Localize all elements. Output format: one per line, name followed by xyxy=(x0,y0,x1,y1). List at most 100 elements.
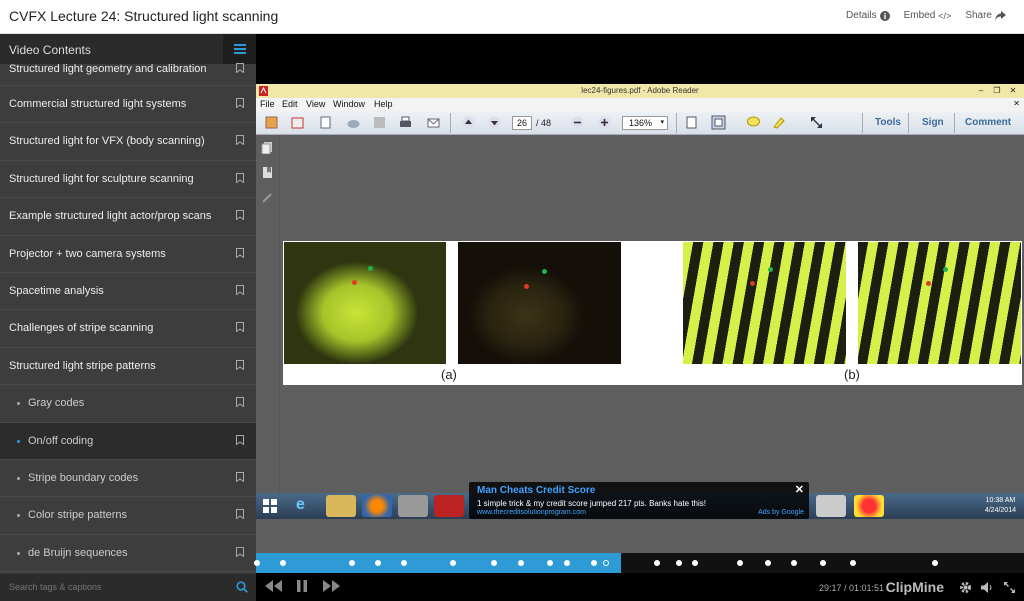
bookmark-icon[interactable] xyxy=(236,210,244,221)
next-page-icon[interactable] xyxy=(487,115,502,130)
fullscreen-icon[interactable] xyxy=(1003,581,1016,594)
playhead[interactable] xyxy=(603,560,609,566)
bookmark-icon[interactable] xyxy=(236,135,244,146)
subchapter-item[interactable]: de Bruijn sequences xyxy=(0,535,256,573)
restore-icon[interactable]: ❐ xyxy=(990,85,1004,96)
bookmark-icon[interactable] xyxy=(236,359,244,370)
pages-icon[interactable] xyxy=(261,141,274,154)
chapter-marker[interactable] xyxy=(547,560,553,566)
chapter-marker[interactable] xyxy=(692,560,698,566)
fit-page-icon[interactable] xyxy=(684,115,699,130)
chapter-item[interactable]: Structured light stripe patterns xyxy=(0,348,256,386)
close-icon[interactable]: ✕ xyxy=(1006,85,1020,96)
chapter-marker[interactable] xyxy=(932,560,938,566)
bookmark-icon[interactable] xyxy=(236,434,244,445)
search-icon[interactable] xyxy=(236,581,248,593)
embed-button[interactable]: Embed </> xyxy=(904,10,952,21)
chapter-marker[interactable] xyxy=(820,560,826,566)
chapter-marker[interactable] xyxy=(765,560,771,566)
comment-button[interactable]: Comment xyxy=(965,117,1011,128)
print-icon[interactable] xyxy=(398,115,413,130)
zoom-select[interactable]: 136% ▾ xyxy=(622,116,668,130)
edit-icon[interactable] xyxy=(318,115,333,130)
menu-button[interactable] xyxy=(223,34,256,64)
chapter-marker[interactable] xyxy=(375,560,381,566)
previous-page-icon[interactable] xyxy=(461,115,476,130)
explorer-icon[interactable] xyxy=(326,495,356,517)
volume-icon[interactable] xyxy=(980,581,994,594)
chapter-marker[interactable] xyxy=(591,560,597,566)
chapter-marker[interactable] xyxy=(349,560,355,566)
share-button[interactable]: Share xyxy=(965,10,1006,21)
subchapter-item[interactable]: Stripe boundary codes xyxy=(0,460,256,498)
progress-bar[interactable] xyxy=(254,553,1024,573)
acrobat-taskbar-icon[interactable] xyxy=(434,495,464,517)
minimize-icon[interactable]: – xyxy=(974,85,988,96)
subchapter-item[interactable]: Color stripe patterns xyxy=(0,497,256,535)
fast-forward-icon[interactable] xyxy=(322,579,342,593)
signature-icon[interactable] xyxy=(261,191,274,204)
highlight-icon[interactable] xyxy=(772,115,787,130)
menu-view[interactable]: View xyxy=(306,99,325,109)
bookmarks-icon[interactable] xyxy=(261,166,274,179)
chapter-marker[interactable] xyxy=(491,560,497,566)
chapter-marker[interactable] xyxy=(791,560,797,566)
comment-bubble-icon[interactable] xyxy=(746,115,761,130)
pause-icon[interactable] xyxy=(295,579,309,593)
ad-url[interactable]: www.thecreditsolutionprogram.com xyxy=(477,509,586,516)
gear-icon[interactable] xyxy=(959,581,972,594)
bookmark-icon[interactable] xyxy=(236,546,244,557)
video-player[interactable]: lec24-figures.pdf - Adobe Reader – ❐ ✕ F… xyxy=(256,34,1024,553)
ad-title[interactable]: Man Cheats Credit Score xyxy=(477,485,595,496)
chapter-marker[interactable] xyxy=(737,560,743,566)
chapter-item[interactable]: Structured light geometry and calibratio… xyxy=(0,63,256,86)
zoom-in-icon[interactable] xyxy=(597,115,612,130)
rewind-icon[interactable] xyxy=(263,579,283,593)
keyboard-icon[interactable] xyxy=(816,495,846,517)
chapter-item[interactable]: Structured light for VFX (body scanning) xyxy=(0,123,256,161)
ad-attribution[interactable]: Ads by Google xyxy=(758,509,804,516)
chapter-marker[interactable] xyxy=(676,560,682,566)
chapter-item[interactable]: Projector + two camera systems xyxy=(0,236,256,273)
document-view[interactable]: (a) (b) xyxy=(281,135,1024,495)
alert-icon[interactable] xyxy=(854,495,884,517)
bookmark-icon[interactable] xyxy=(236,322,244,333)
chapter-marker[interactable] xyxy=(254,560,260,566)
chapter-marker[interactable] xyxy=(564,560,570,566)
save-icon[interactable] xyxy=(372,115,387,130)
windows-start-icon[interactable] xyxy=(262,498,278,514)
chapter-marker[interactable] xyxy=(401,560,407,566)
chapter-item[interactable]: Structured light for sculpture scanning xyxy=(0,161,256,199)
open-icon[interactable] xyxy=(290,115,305,130)
chapter-marker[interactable] xyxy=(450,560,456,566)
chapter-marker[interactable] xyxy=(280,560,286,566)
create-icon[interactable] xyxy=(264,115,279,130)
menu-edit[interactable]: Edit xyxy=(282,99,298,109)
bookmark-icon[interactable] xyxy=(236,63,244,73)
bookmark-icon[interactable] xyxy=(236,284,244,295)
chapter-item[interactable]: Example structured light actor/prop scan… xyxy=(0,198,256,236)
sign-button[interactable]: Sign xyxy=(922,117,944,128)
cloud-icon[interactable] xyxy=(346,115,361,130)
subchapter-item-active[interactable]: On/off coding xyxy=(0,422,256,460)
bookmark-icon[interactable] xyxy=(236,247,244,258)
ie-icon[interactable]: e xyxy=(288,495,318,517)
bookmark-icon[interactable] xyxy=(236,509,244,520)
ad-close-icon[interactable]: ✕ xyxy=(795,483,804,496)
bookmark-icon[interactable] xyxy=(236,397,244,408)
chapter-marker[interactable] xyxy=(850,560,856,566)
chapter-marker[interactable] xyxy=(654,560,660,566)
search-input[interactable] xyxy=(9,582,209,592)
menu-window[interactable]: Window xyxy=(333,99,365,109)
fit-width-icon[interactable] xyxy=(711,115,726,130)
tray-clock[interactable]: 10:38 AM 4/24/2014 xyxy=(985,496,1016,516)
close-doc-icon[interactable]: ✕ xyxy=(1013,99,1020,108)
bookmark-icon[interactable] xyxy=(236,172,244,183)
details-button[interactable]: Details xyxy=(846,10,890,21)
clipmine-logo[interactable]: ClipMine xyxy=(886,579,944,595)
email-icon[interactable] xyxy=(426,115,441,130)
zoom-out-icon[interactable] xyxy=(570,115,585,130)
chapter-item[interactable]: Commercial structured light systems xyxy=(0,86,256,124)
chapter-marker[interactable] xyxy=(518,560,524,566)
chapter-item[interactable]: Challenges of stripe scanning xyxy=(0,310,256,348)
